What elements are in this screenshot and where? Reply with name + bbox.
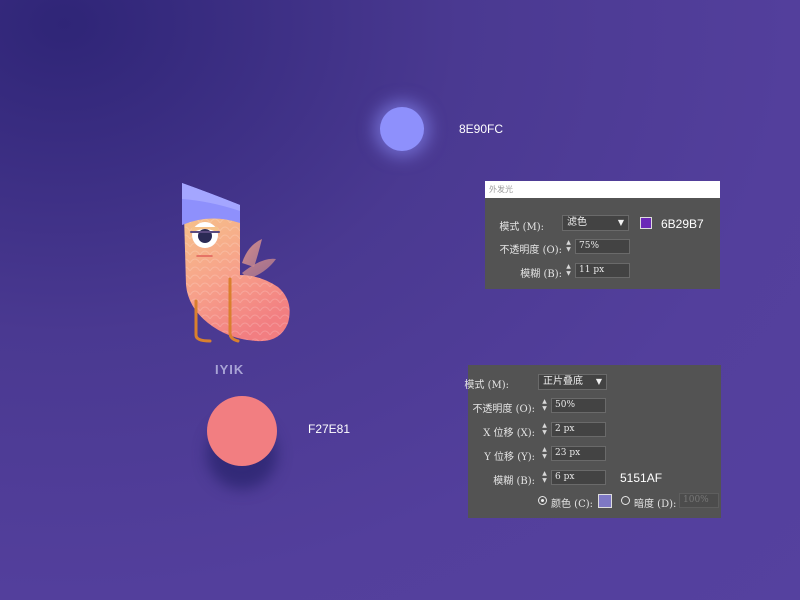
darkness-radio-label: 暗度 (D):	[634, 499, 677, 510]
blur-label: 模糊 (B):	[493, 476, 535, 487]
shadow-color-picker[interactable]	[598, 494, 612, 508]
y-offset-stepper[interactable]: ▲ ▼	[540, 446, 549, 461]
drop-shadow-panel: 模式 (M): 正片叠底 ▼ 不透明度 (O): ▲ ▼ 50% X 位移 (X)…	[464, 365, 721, 518]
coral-hex-label: F27E81	[308, 422, 351, 436]
x-offset-stepper[interactable]: ▲ ▼	[540, 422, 549, 437]
mode-label: 模式 (M):	[499, 222, 544, 233]
mode-select[interactable]: 滤色 ▼	[562, 215, 629, 231]
character-illustration	[182, 183, 290, 343]
outer-glow-panel: 外发光 模式 (M): 滤色 ▼ 6B29B7 不透明度 (O): ▲ ▼ 75%…	[485, 181, 720, 289]
glow-color-picker[interactable]	[640, 217, 652, 229]
mode-value: 滤色	[567, 217, 587, 228]
opacity-label: 不透明度 (O):	[499, 245, 562, 256]
color-radio[interactable]	[538, 496, 547, 505]
darkness-input[interactable]: 100%	[679, 493, 719, 508]
mode-label: 模式 (M):	[464, 380, 509, 391]
opacity-input[interactable]: 75%	[575, 239, 630, 254]
blur-stepper[interactable]: ▲ ▼	[564, 263, 573, 278]
shadow-color-hex: 5151AF	[620, 471, 663, 485]
darkness-radio[interactable]	[621, 496, 630, 505]
blur-input[interactable]: 11 px	[575, 263, 630, 278]
glow-color-swatch	[380, 107, 424, 151]
x-offset-input[interactable]: 2 px	[551, 422, 606, 437]
mode-select[interactable]: 正片叠底 ▼	[538, 374, 607, 390]
panel-title: 外发光	[485, 181, 720, 198]
character-label: IYIK	[215, 362, 245, 377]
mode-value: 正片叠底	[543, 376, 583, 387]
blur-label: 模糊 (B):	[520, 269, 562, 280]
chevron-down-icon: ▼	[595, 377, 602, 386]
y-offset-label: Y 位移 (Y):	[484, 452, 535, 463]
color-radio-label: 颜色 (C):	[551, 499, 594, 510]
blur-input[interactable]: 6 px	[551, 470, 606, 485]
opacity-stepper[interactable]: ▲ ▼	[540, 398, 549, 413]
opacity-label: 不透明度 (O):	[472, 404, 535, 415]
opacity-stepper[interactable]: ▲ ▼	[564, 239, 573, 254]
glow-color-hex: 6B29B7	[661, 217, 704, 231]
blur-stepper[interactable]: ▲ ▼	[540, 470, 549, 485]
x-offset-label: X 位移 (X):	[483, 428, 535, 439]
opacity-input[interactable]: 50%	[551, 398, 606, 413]
chevron-down-icon: ▼	[617, 218, 624, 227]
y-offset-input[interactable]: 23 px	[551, 446, 606, 461]
glow-hex-label: 8E90FC	[459, 122, 504, 136]
coral-color-swatch	[207, 396, 277, 466]
